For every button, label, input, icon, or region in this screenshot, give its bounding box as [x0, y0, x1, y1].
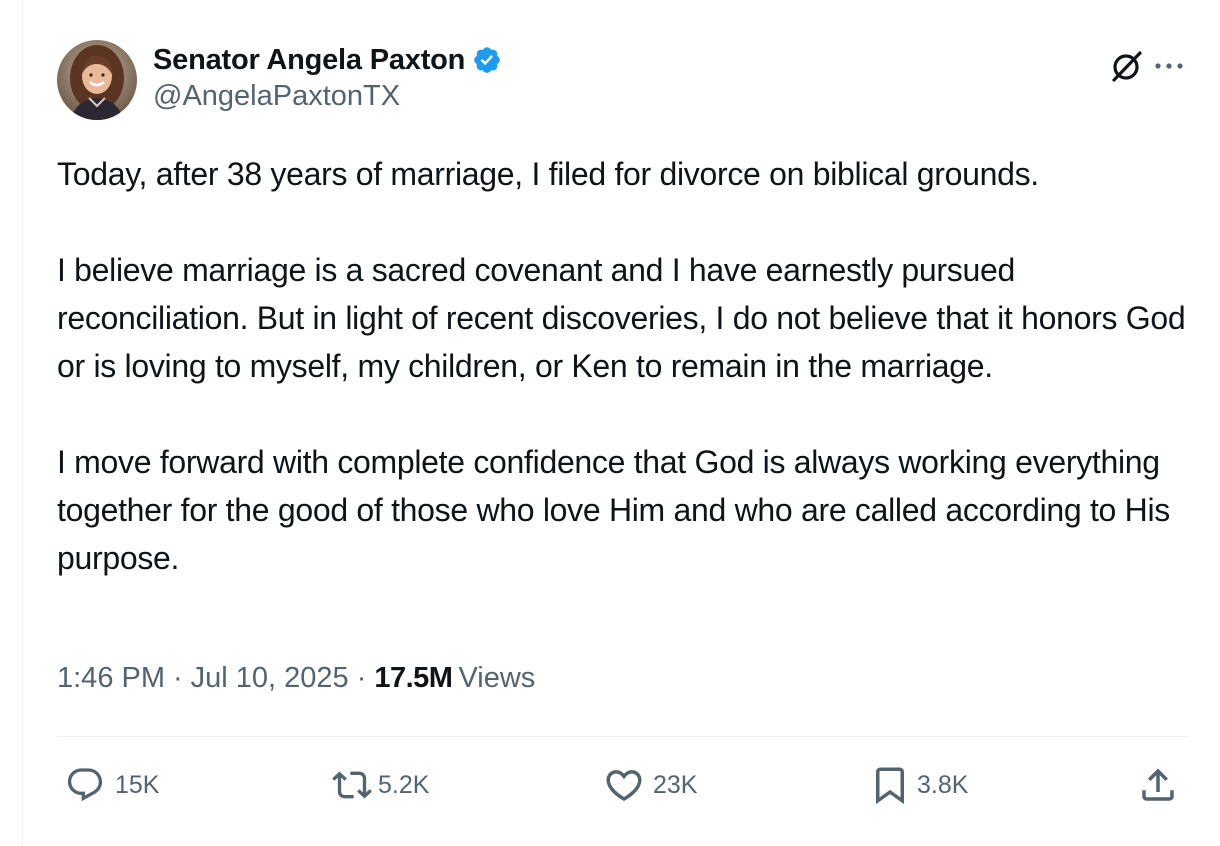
meta-separator: · — [356, 662, 367, 694]
top-actions — [1105, 44, 1189, 88]
repost-icon — [332, 765, 372, 805]
tweet-paragraph: I move forward with complete confidence … — [57, 444, 1170, 576]
tweet-paragraph: Today, after 38 years of marriage, I fil… — [57, 156, 1039, 192]
action-bar: 15K 5.2K 23K 3.8K — [57, 760, 1189, 810]
author-handle[interactable]: @AngelaPaxtonTX — [153, 80, 502, 113]
views-label: Views — [458, 662, 536, 694]
meta-separator: · — [173, 662, 183, 694]
tweet-time[interactable]: 1:46 PM — [57, 662, 165, 695]
divider — [57, 736, 1189, 737]
tweet-text: Today, after 38 years of marriage, I fil… — [57, 150, 1187, 582]
more-icon[interactable] — [1149, 44, 1189, 88]
verified-badge-icon[interactable] — [472, 45, 502, 75]
tweet-paragraph: I believe marriage is a sacred covenant … — [57, 252, 1186, 384]
reply-icon — [65, 765, 105, 805]
author-display-name[interactable]: Senator Angela Paxton — [153, 44, 465, 77]
like-count: 23K — [653, 770, 698, 799]
grok-icon[interactable] — [1105, 44, 1149, 88]
author-names: Senator Angela Paxton @AngelaPaxtonTX — [153, 42, 502, 113]
tweet-date[interactable]: Jul 10, 2025 — [191, 662, 349, 695]
share-icon — [1137, 764, 1179, 806]
like-icon — [603, 764, 645, 806]
tweet: Senator Angela Paxton @AngelaPaxtonTX To… — [57, 40, 1189, 805]
like-button[interactable]: 23K — [603, 760, 697, 810]
reply-count: 15K — [115, 770, 160, 799]
avatar[interactable] — [57, 40, 137, 120]
bookmark-button[interactable]: 3.8K — [869, 760, 968, 810]
tweet-header: Senator Angela Paxton @AngelaPaxtonTX — [57, 40, 1189, 122]
reply-button[interactable]: 15K — [65, 760, 159, 810]
repost-count: 5.2K — [378, 770, 430, 799]
tweet-meta: 1:46 PM · Jul 10, 2025 · 17.5M Views — [57, 662, 535, 695]
views-count: 17.5M — [374, 662, 453, 694]
bookmark-icon — [869, 764, 911, 806]
bookmark-count: 3.8K — [917, 770, 969, 799]
repost-button[interactable]: 5.2K — [332, 760, 429, 810]
share-button[interactable] — [1137, 760, 1179, 810]
column-border — [22, 0, 23, 846]
name-row: Senator Angela Paxton — [153, 42, 502, 78]
